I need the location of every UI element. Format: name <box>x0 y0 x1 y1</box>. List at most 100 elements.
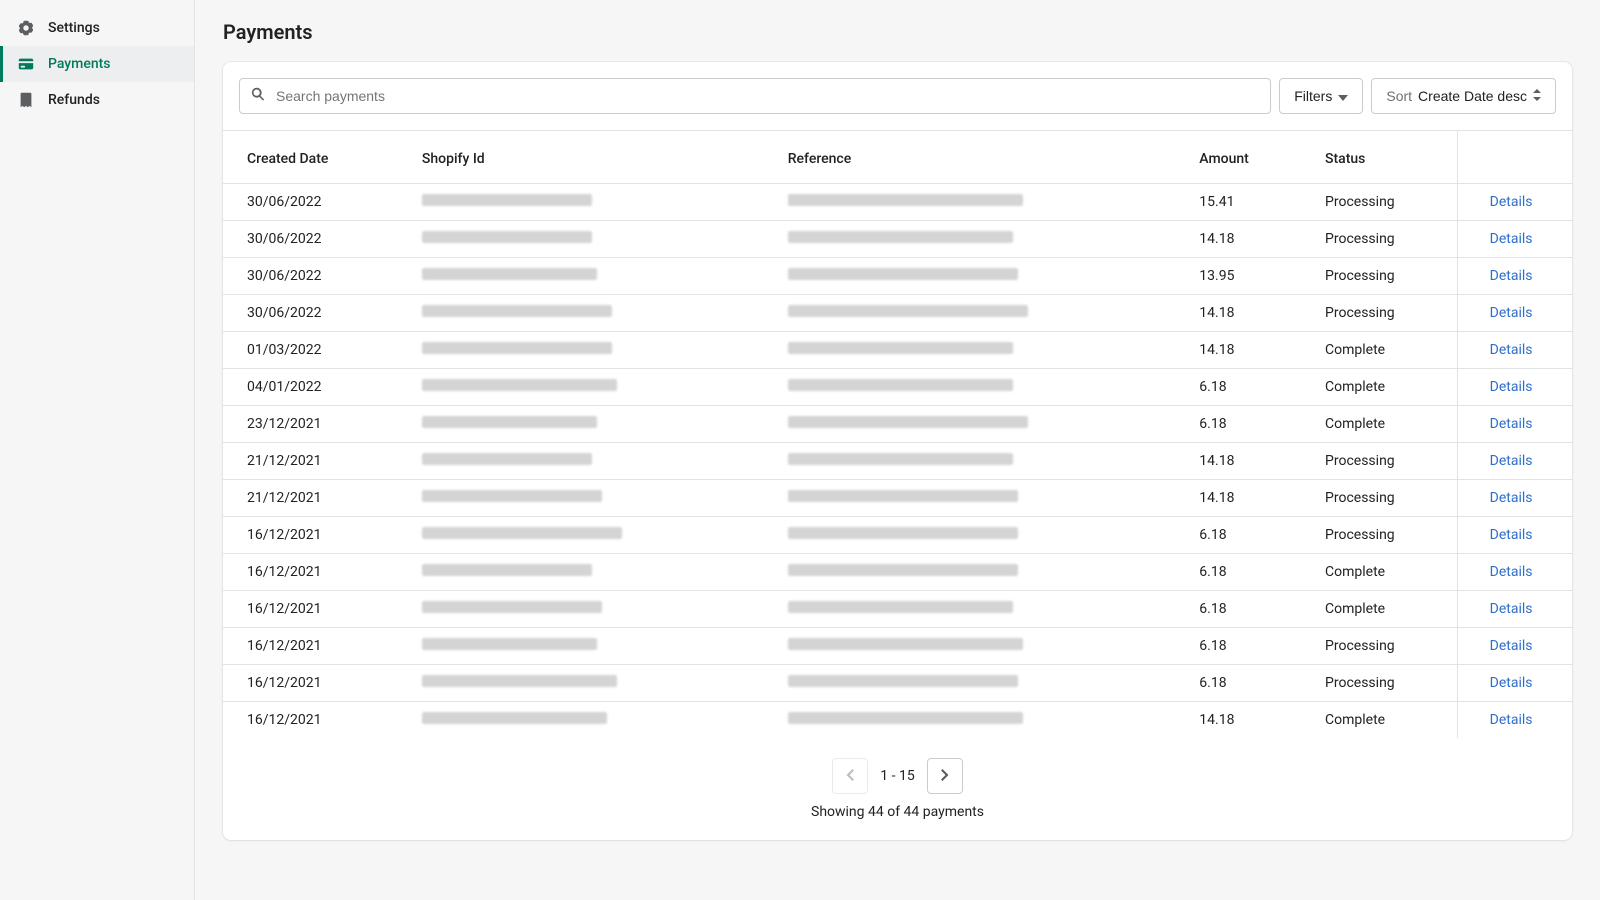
cell-actions: Details <box>1458 480 1572 517</box>
cell-shopify-id <box>406 480 772 517</box>
col-created-date: Created Date <box>223 131 406 184</box>
toolbar: Filters Sort Create Date desc <box>223 62 1572 131</box>
cell-date: 01/03/2022 <box>223 332 406 369</box>
cell-actions: Details <box>1458 702 1572 739</box>
details-link[interactable]: Details <box>1490 490 1533 506</box>
cell-status: Complete <box>1309 702 1458 739</box>
details-link[interactable]: Details <box>1490 453 1533 469</box>
sidebar-item-refunds[interactable]: Refunds <box>0 82 194 118</box>
cell-actions: Details <box>1458 295 1572 332</box>
details-link[interactable]: Details <box>1490 712 1533 728</box>
cell-reference <box>772 480 1184 517</box>
filters-button[interactable]: Filters <box>1279 78 1363 114</box>
table-header-row: Created Date Shopify Id Reference Amount… <box>223 131 1572 184</box>
receipt-icon <box>16 90 36 110</box>
sort-button[interactable]: Sort Create Date desc <box>1371 78 1556 114</box>
sidebar-item-settings[interactable]: Settings <box>0 10 194 46</box>
redacted-text <box>788 231 1013 243</box>
next-page-button[interactable] <box>927 758 963 794</box>
cell-amount: 6.18 <box>1183 406 1309 443</box>
redacted-text <box>788 564 1018 576</box>
redacted-text <box>788 712 1023 724</box>
pagination-controls: 1 - 15 <box>832 758 962 794</box>
cell-shopify-id <box>406 369 772 406</box>
payments-card: Filters Sort Create Date desc Created Da… <box>223 62 1572 840</box>
cell-amount: 6.18 <box>1183 517 1309 554</box>
redacted-text <box>788 601 1013 613</box>
payments-table: Created Date Shopify Id Reference Amount… <box>223 131 1572 738</box>
details-link[interactable]: Details <box>1490 231 1533 247</box>
cell-status: Processing <box>1309 221 1458 258</box>
cell-actions: Details <box>1458 332 1572 369</box>
redacted-text <box>788 490 1018 502</box>
details-link[interactable]: Details <box>1490 342 1533 358</box>
cell-actions: Details <box>1458 406 1572 443</box>
gear-icon <box>16 18 36 38</box>
cell-date: 21/12/2021 <box>223 443 406 480</box>
cell-shopify-id <box>406 628 772 665</box>
cell-date: 16/12/2021 <box>223 591 406 628</box>
cell-date: 16/12/2021 <box>223 517 406 554</box>
cell-amount: 6.18 <box>1183 665 1309 702</box>
details-link[interactable]: Details <box>1490 675 1533 691</box>
redacted-text <box>788 342 1013 354</box>
pagination-showing: Showing 44 of 44 payments <box>243 804 1552 820</box>
cell-date: 30/06/2022 <box>223 184 406 221</box>
redacted-text <box>422 675 617 687</box>
cell-shopify-id <box>406 295 772 332</box>
cell-amount: 6.18 <box>1183 628 1309 665</box>
table-row: 04/01/20226.18CompleteDetails <box>223 369 1572 406</box>
cell-actions: Details <box>1458 369 1572 406</box>
sidebar-item-payments[interactable]: Payments <box>0 46 194 82</box>
details-link[interactable]: Details <box>1490 527 1533 543</box>
cell-status: Complete <box>1309 591 1458 628</box>
cell-actions: Details <box>1458 517 1572 554</box>
cell-status: Processing <box>1309 258 1458 295</box>
cell-date: 04/01/2022 <box>223 369 406 406</box>
main-content: Payments Filters Sort Create Date desc <box>195 0 1600 900</box>
pagination: 1 - 15 Showing 44 of 44 payments <box>223 738 1572 840</box>
cell-status: Processing <box>1309 295 1458 332</box>
cell-reference <box>772 702 1184 739</box>
prev-page-button[interactable] <box>832 758 868 794</box>
details-link[interactable]: Details <box>1490 379 1533 395</box>
search-input[interactable] <box>239 78 1271 114</box>
cell-shopify-id <box>406 332 772 369</box>
col-shopify-id: Shopify Id <box>406 131 772 184</box>
details-link[interactable]: Details <box>1490 564 1533 580</box>
table-row: 16/12/202114.18CompleteDetails <box>223 702 1572 739</box>
details-link[interactable]: Details <box>1490 305 1533 321</box>
chevron-left-icon <box>846 769 854 784</box>
details-link[interactable]: Details <box>1490 194 1533 210</box>
details-link[interactable]: Details <box>1490 416 1533 432</box>
redacted-text <box>422 453 592 465</box>
redacted-text <box>422 194 592 206</box>
table-row: 23/12/2021 6.18Complete Details <box>223 406 1572 443</box>
cell-amount: 6.18 <box>1183 554 1309 591</box>
details-link[interactable]: Details <box>1490 268 1533 284</box>
redacted-text <box>422 527 622 539</box>
sidebar-item-label: Payments <box>48 56 111 72</box>
cell-status: Complete <box>1309 406 1458 443</box>
cell-reference <box>772 517 1184 554</box>
redacted-text <box>422 712 607 724</box>
table-row: 16/12/20216.18CompleteDetails <box>223 591 1572 628</box>
cell-status: Processing <box>1309 517 1458 554</box>
redacted-text <box>422 342 612 354</box>
filters-label: Filters <box>1294 88 1332 104</box>
cell-shopify-id <box>406 702 772 739</box>
cell-actions: Details <box>1458 184 1572 221</box>
details-link[interactable]: Details <box>1490 601 1533 617</box>
search-wrap <box>239 78 1271 114</box>
cell-amount: 14.18 <box>1183 702 1309 739</box>
cell-shopify-id <box>406 665 772 702</box>
cell-date: 23/12/2021 <box>223 406 406 443</box>
sidebar: Settings Payments Refunds <box>0 0 195 900</box>
cell-amount: 14.18 <box>1183 443 1309 480</box>
cell-reference <box>772 591 1184 628</box>
cell-shopify-id <box>406 406 772 443</box>
cell-reference <box>772 406 1184 443</box>
cell-reference <box>772 332 1184 369</box>
cell-actions: Details <box>1458 665 1572 702</box>
details-link[interactable]: Details <box>1490 638 1533 654</box>
